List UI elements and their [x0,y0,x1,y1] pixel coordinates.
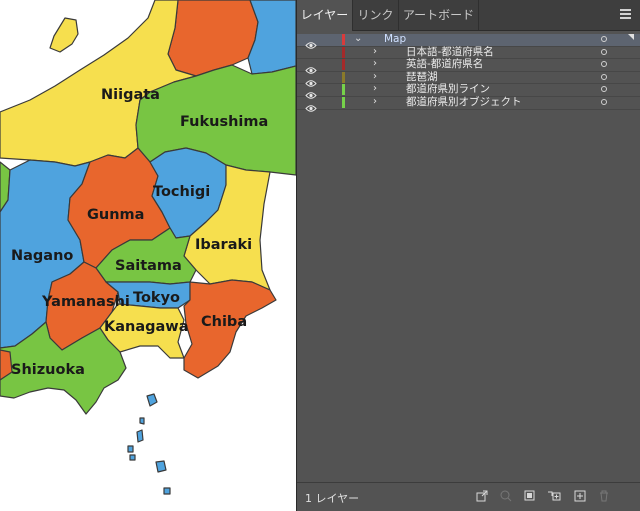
label-kanagawa: Kanagawa [104,319,188,335]
island-oshima [146,393,158,407]
visibility-eye-icon[interactable] [305,85,317,100]
map-canvas: Niigata Fukushima Tochigi Gunma Ibaraki … [0,0,296,511]
target-circle-icon[interactable] [601,36,607,42]
search-icon[interactable] [499,489,513,503]
tab-artboards[interactable]: アートボード [399,0,479,30]
new-layer-icon[interactable] [573,489,587,503]
label-shizuoka: Shizuoka [11,362,85,378]
tab-layers[interactable]: レイヤー [297,0,353,31]
chevron-right-icon[interactable]: › [373,96,377,108]
layer-name[interactable]: 琵琶湖 [406,71,438,84]
selection-indicator-icon [628,34,634,40]
layers-panel: レイヤー リンク アートボード ⌄ Map › 日本語-都道府県名 › 英語-都道府県名 ›… [296,0,640,511]
target-circle-icon[interactable] [601,48,607,55]
chevron-right-icon[interactable]: › [373,46,377,58]
chevron-right-icon[interactable]: › [373,83,377,95]
label-niigata: Niigata [101,87,160,103]
target-circle-icon[interactable] [601,86,607,93]
prefecture-miyagi [247,0,296,75]
chevron-down-icon[interactable]: ⌄ [354,33,362,45]
chevron-right-icon[interactable]: › [373,71,377,83]
layer-name[interactable]: Map [384,33,406,46]
hamburger-menu-icon[interactable] [618,6,634,22]
island-mikurajima [163,487,171,495]
panel-tab-bar: レイヤー リンク アートボード [297,0,640,31]
island-miyakejima [155,460,167,473]
layer-color-swatch [342,46,345,58]
layer-name[interactable]: 日本語-都道府県名 [406,46,494,59]
chevron-right-icon[interactable]: › [373,58,377,70]
visibility-eye-icon[interactable] [305,98,317,112]
visibility-eye-icon[interactable] [305,35,317,49]
trash-icon[interactable] [597,489,611,503]
label-nagano: Nagano [11,248,73,264]
label-tochigi: Tochigi [153,184,210,200]
label-chiba: Chiba [201,314,247,330]
label-yamanashi: Yamanashi [41,294,130,310]
layer-color-swatch [342,71,345,83]
label-fukushima: Fukushima [180,114,268,130]
export-icon[interactable] [475,489,489,503]
layer-name[interactable]: 都道府県別ライン [406,83,490,96]
target-circle-icon[interactable] [601,61,607,68]
island-sado [49,17,79,53]
layer-row[interactable]: › 都道府県別オブジェクト [297,96,640,112]
layers-list: ⌄ Map › 日本語-都道府県名 › 英語-都道府県名 › 琵琶湖 › 都道府県別ライン › 都道府… [297,33,640,112]
new-sublayer-icon[interactable] [547,489,561,503]
japan-kanto-map: Niigata Fukushima Tochigi Gunma Ibaraki … [0,0,296,495]
island-niijima [136,429,144,443]
clipping-mask-icon[interactable] [523,489,537,503]
panel-footer: 1 レイヤー [297,482,640,511]
island-shikinejima [127,445,134,453]
label-ibaraki: Ibaraki [195,237,252,253]
label-saitama: Saitama [115,258,182,274]
tab-links[interactable]: リンク [353,0,399,30]
layer-name[interactable]: 都道府県別オブジェクト [406,96,522,109]
target-circle-icon[interactable] [601,98,607,105]
visibility-eye-icon[interactable] [305,60,317,74]
island-toshima [139,417,145,425]
island-kozushima [129,454,136,461]
layer-color-swatch [342,34,345,45]
layer-color-swatch [342,96,345,108]
label-gunma: Gunma [87,207,144,223]
visibility-eye-icon[interactable] [305,73,317,87]
layer-count: 1 レイヤー [305,492,360,505]
label-tokyo: Tokyo [133,290,180,306]
layer-color-swatch [342,84,345,96]
prefecture-yamagata [167,0,259,77]
layer-name[interactable]: 英語-都道府県名 [406,58,483,71]
target-circle-icon[interactable] [601,73,607,80]
layer-color-swatch [342,59,345,71]
layer-row[interactable]: › 英語-都道府県名 [297,58,640,74]
